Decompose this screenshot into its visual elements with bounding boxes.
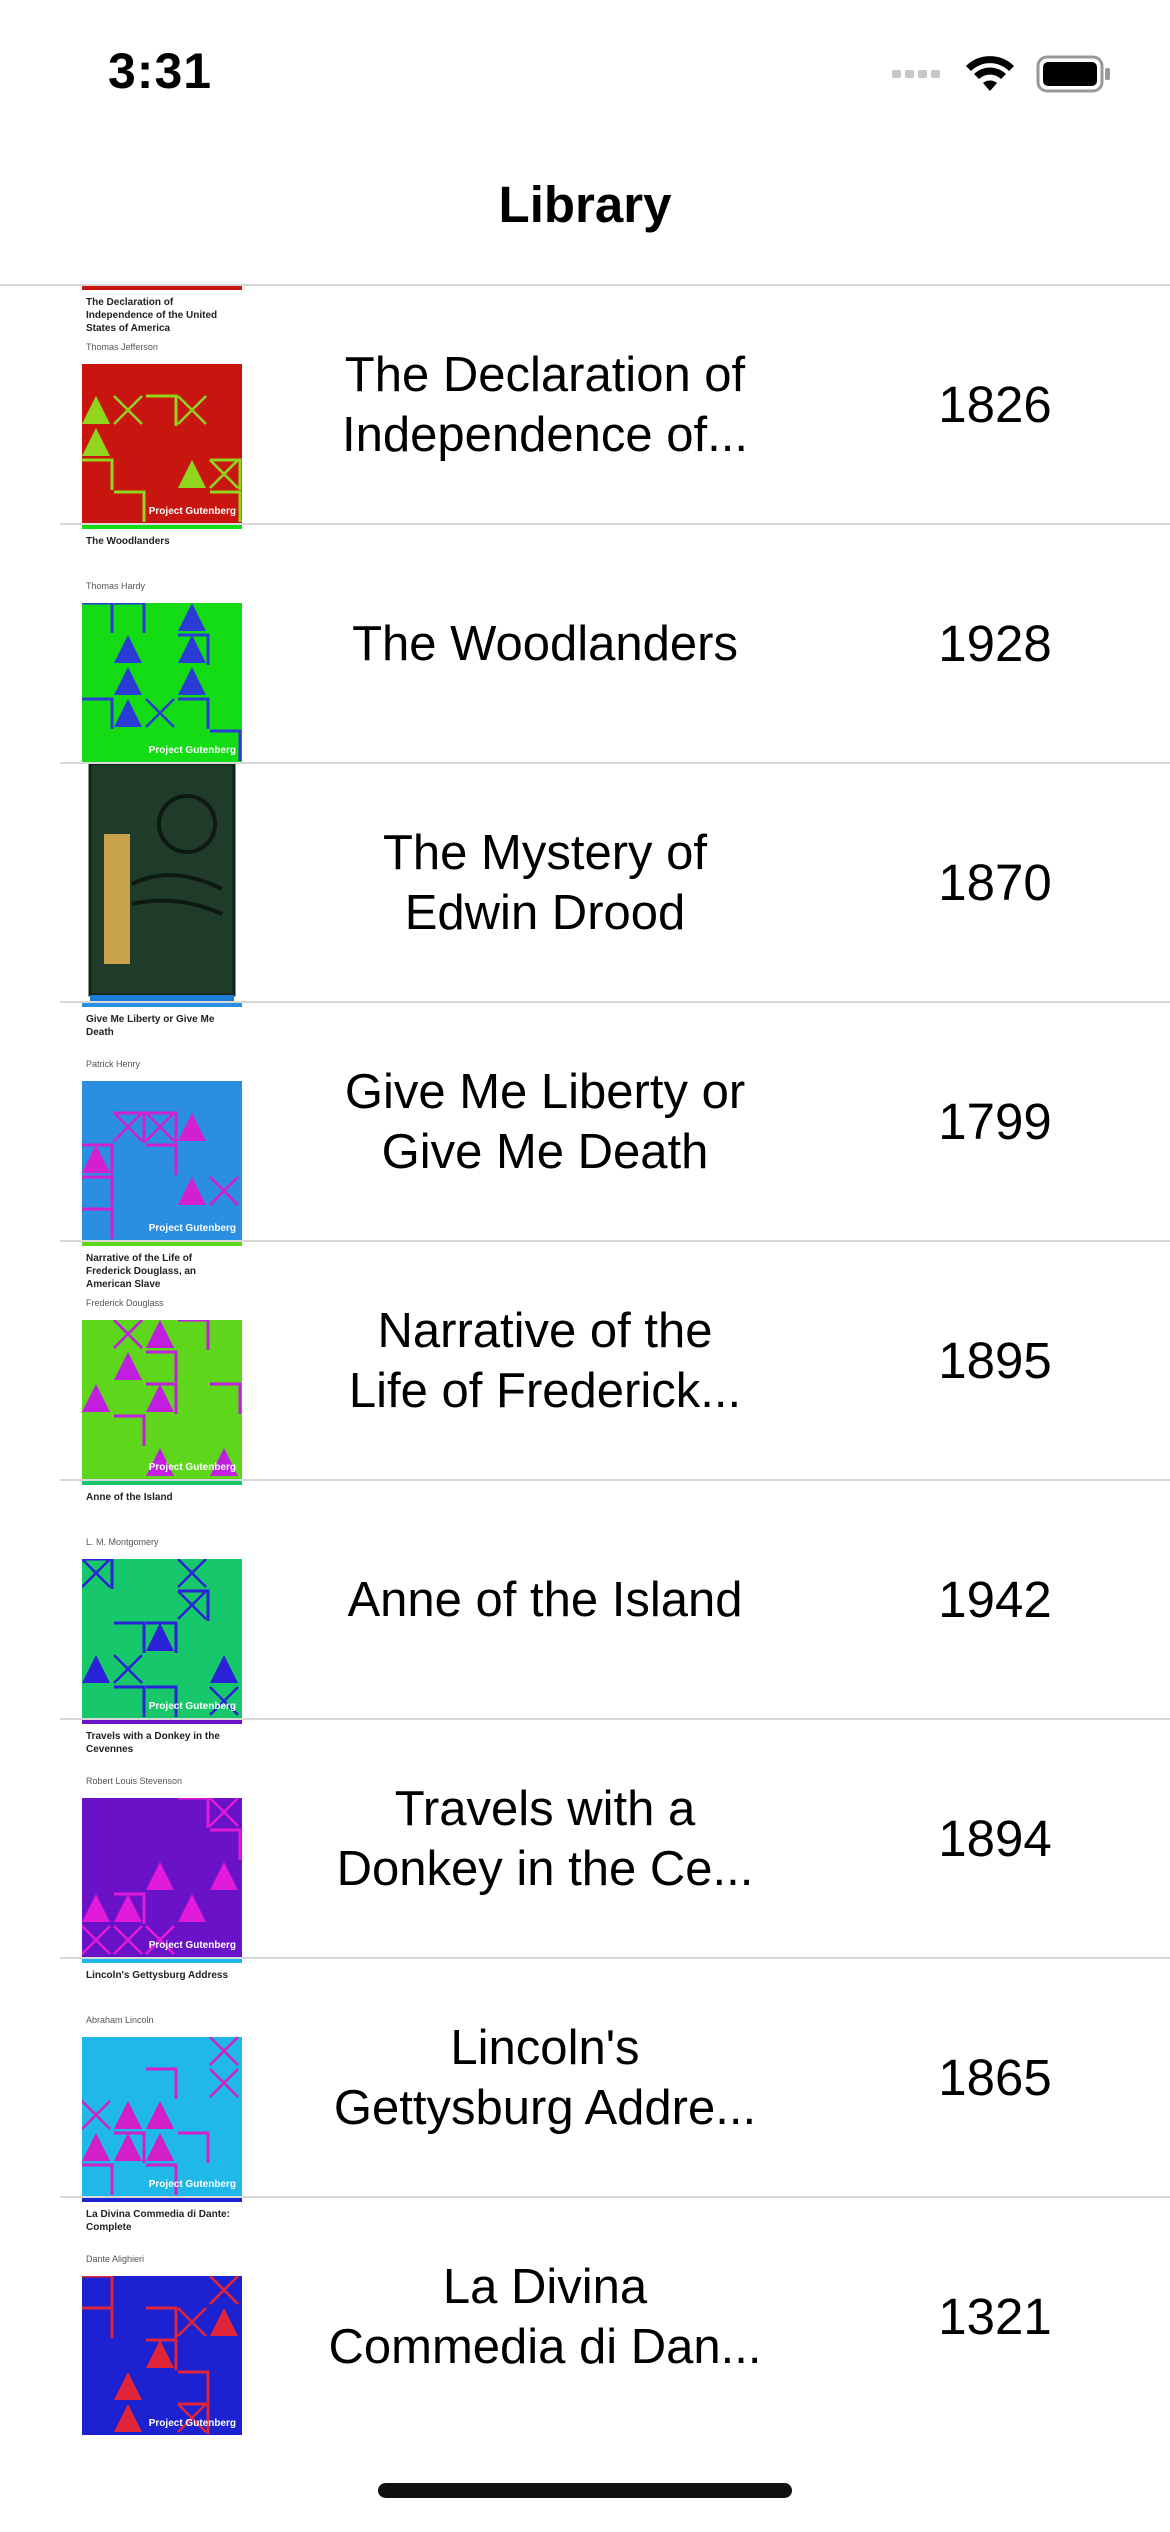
cover-title-text: Narrative of the Life of Frederick Dougl… [86,1253,197,1290]
cover-title-text: Lincoln's Gettysburg Address [86,1970,229,1981]
cover-title-text: The Woodlanders [86,536,170,547]
book-cover-image: Lincoln's Gettysburg Address Abraham Linc… [82,1959,242,2196]
cover-publisher-text: Project Gutenberg [148,1701,236,1712]
cover-author-text: Thomas Hardy [86,581,146,591]
book-title: The Declaration of Independence of... [342,347,748,462]
cover-title-text: Give Me Liberty or Give Me Death [86,1014,215,1038]
cover-publisher-text: Project Gutenberg [148,2418,236,2429]
navigation-bar: Library [0,150,1170,286]
book-cover-image: La Divina Commedia di Dante: Complete Dan… [82,2198,242,2435]
status-icons [892,52,1112,96]
cover-author-text: Dante Alighieri [86,2254,145,2264]
book-title: The Mystery of Edwin Drood [382,825,708,940]
cover-title-text: La Divina Commedia di Dante: Complete [86,2209,230,2233]
book-year: 1894 [938,1810,1052,1867]
book-row[interactable]: Travels with a Donkey in the Cevennes Rob… [60,1720,1170,1959]
book-year: 1799 [938,1093,1052,1150]
home-indicator[interactable] [378,2483,792,2498]
status-time: 3:31 [108,43,213,99]
cover-publisher-text: Project Gutenberg [148,2179,236,2190]
book-year: 1870 [938,854,1052,911]
book-row[interactable]: The Declaration of Independence of the U… [60,286,1170,525]
battery-icon [1036,55,1110,93]
book-cover-image: Travels with a Donkey in the Cevennes Rob… [82,1720,242,1957]
cover-publisher-text: Project Gutenberg [148,1462,236,1473]
cover-publisher-text: Project Gutenberg [148,506,236,517]
book-row[interactable]: Give Me Liberty or Give Me Death Patrick … [60,1003,1170,1242]
book-title: Give Me Liberty or Give Me Death [344,1064,746,1179]
book-row[interactable]: The Woodlanders Thomas Hardy Project Guten… [60,525,1170,764]
book-row[interactable]: La Divina Commedia di Dante: Complete Dan… [60,2198,1170,2437]
book-row[interactable]: Anne of the Island L. M. Montgomery Projec… [60,1481,1170,1720]
book-row[interactable]: Narrative of the Life of Frederick Dougl… [60,1242,1170,1481]
book-cover-image: The Declaration of Independence of the U… [82,286,242,523]
status-bar: 3:31 [0,0,1170,150]
page-title: Library [498,176,672,233]
book-title: Narrative of the Life of Frederick... [348,1303,742,1418]
cover-author-text: Frederick Douglass [86,1298,164,1308]
book-title: Lincoln's Gettysburg Addre... [333,2020,757,2135]
book-row[interactable]: The Mystery of Edwin Drood 1870 [60,764,1170,1003]
cover-title-text: The Declaration of Independence of the U… [86,297,218,334]
cover-title-text: Anne of the Island [86,1492,173,1503]
book-title: Travels with a Donkey in the Ce... [336,1781,754,1896]
cover-author-text: Robert Louis Stevenson [86,1776,183,1786]
cover-publisher-text: Project Gutenberg [148,745,236,756]
book-title: La Divina Commedia di Dan... [328,2259,762,2374]
wifi-icon [966,56,1014,91]
cellular-signal-icon [892,70,940,78]
book-title: Anne of the Island [347,1572,743,1627]
book-cover-image: Give Me Liberty or Give Me Death Patrick … [82,1003,242,1240]
book-year: 1826 [938,376,1052,433]
cover-publisher-text: Project Gutenberg [148,1223,236,1234]
book-list: The Declaration of Independence of the U… [0,286,1170,2437]
book-year: 1928 [938,615,1052,672]
cover-author-text: Abraham Lincoln [86,2015,154,2025]
book-cover-image: Anne of the Island L. M. Montgomery Projec… [82,1481,242,1718]
cover-title-text: Travels with a Donkey in the Cevennes [86,1731,220,1755]
cover-author-text: L. M. Montgomery [86,1537,159,1547]
book-row[interactable]: Lincoln's Gettysburg Address Abraham Linc… [60,1959,1170,2198]
book-year: 1895 [938,1332,1052,1389]
book-year: 1865 [938,2049,1052,2106]
cover-author-text: Thomas Jefferson [86,342,158,352]
cover-publisher-text: Project Gutenberg [148,1940,236,1951]
book-cover-image [82,764,242,1001]
book-cover-image: The Woodlanders Thomas Hardy Project Guten… [82,525,242,762]
cover-author-text: Patrick Henry [86,1059,141,1069]
book-year: 1942 [938,1571,1052,1628]
book-year: 1321 [938,2288,1052,2345]
book-title: The Woodlanders [352,616,738,671]
book-cover-image: Narrative of the Life of Frederick Dougl… [82,1242,242,1479]
